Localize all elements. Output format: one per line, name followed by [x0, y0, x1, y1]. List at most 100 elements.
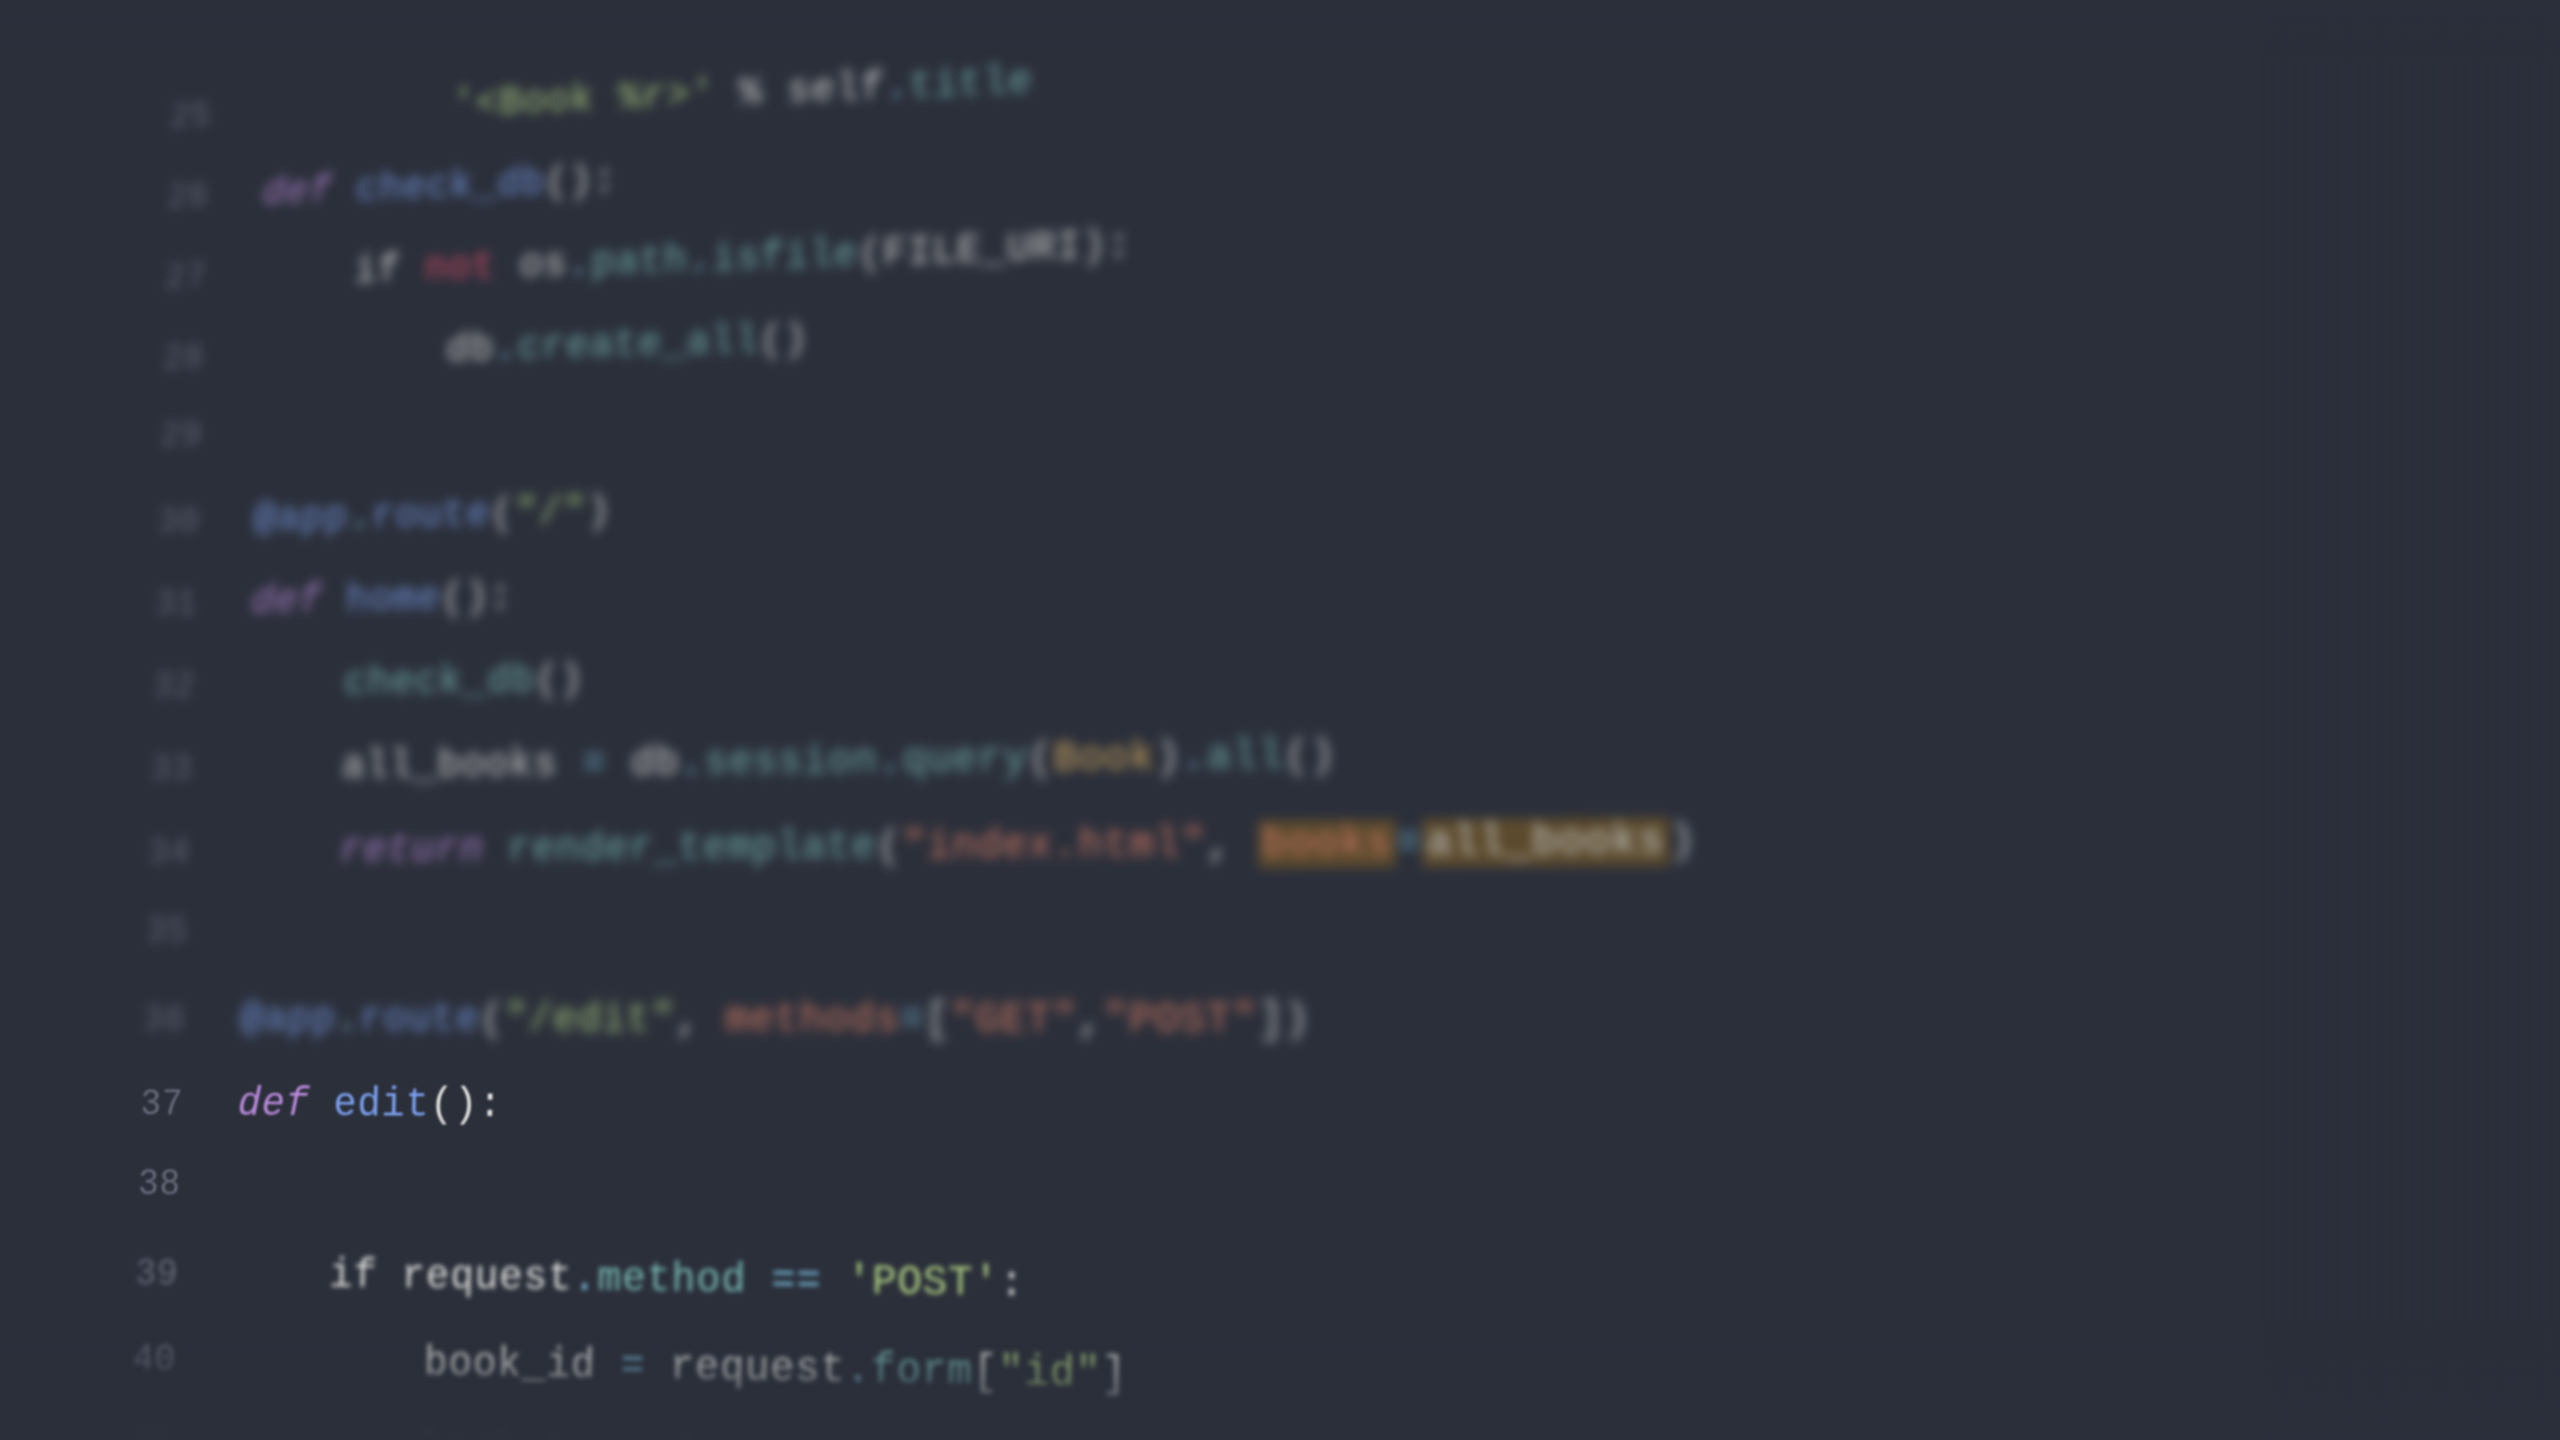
code-token: db — [630, 740, 680, 787]
code-token: ( — [876, 823, 902, 870]
code-token: , — [1077, 996, 1103, 1044]
code-token: [ — [925, 996, 951, 1044]
code-token: (FILE_URI): — [858, 222, 1132, 277]
code-token: home — [345, 576, 441, 623]
code-token — [246, 744, 342, 791]
line-content: @app.route("/edit", methods=["GET","POST… — [239, 987, 2560, 1056]
code-token — [260, 249, 355, 296]
code-token — [233, 1251, 330, 1299]
code-token: . — [877, 737, 902, 784]
code-token — [483, 826, 508, 872]
code-token — [249, 661, 345, 708]
code-token: books — [1258, 819, 1396, 868]
code-token: title — [909, 59, 1033, 109]
code-token: . — [679, 740, 704, 787]
code-token: % — [738, 70, 763, 116]
line-number: 37 — [101, 1078, 184, 1135]
code-token: form — [871, 1346, 973, 1396]
code-line: 35 — [70, 894, 2560, 989]
code-token: () — [1284, 732, 1336, 780]
code-token — [322, 578, 347, 624]
code-token: , — [1206, 820, 1258, 868]
line-number: 36 — [104, 994, 187, 1050]
code-token: ) — [1155, 734, 1181, 782]
line-number: 31 — [116, 578, 198, 635]
code-token: book_to_update — [228, 1423, 769, 1440]
code-token: db — [258, 326, 495, 378]
line-number: 33 — [111, 743, 193, 799]
line-number: 34 — [109, 826, 192, 882]
code-token: , — [675, 996, 725, 1043]
code-token: def — [237, 1081, 310, 1128]
code-token: == — [746, 1257, 847, 1306]
code-token: all — [1207, 733, 1284, 781]
code-token: . — [845, 1346, 871, 1395]
code-token: = — [595, 1342, 670, 1391]
line-number: 25 — [131, 90, 212, 147]
line-number: 40 — [93, 1332, 177, 1391]
line-number: 38 — [98, 1157, 181, 1214]
code-token: route — [371, 492, 491, 540]
code-token: Book — [844, 1435, 946, 1440]
code-token: request — [377, 1253, 573, 1303]
code-token: (): — [429, 1082, 503, 1129]
code-token: "POST" — [1103, 996, 1258, 1044]
code-token: . — [1181, 734, 1207, 782]
code-token: ( — [480, 996, 505, 1043]
code-token: if — [329, 1252, 378, 1300]
line-number: 26 — [129, 171, 210, 228]
code-token: (): — [440, 574, 513, 621]
code-token: . — [687, 237, 712, 283]
code-token: . — [946, 1437, 972, 1440]
code-token — [264, 83, 452, 135]
line-content: def edit(): — [237, 1073, 2560, 1150]
code-token: "id" — [998, 1348, 1101, 1398]
code-token: ]) — [1258, 996, 1310, 1044]
code-token: . — [884, 64, 909, 110]
code-token: [ — [973, 1348, 999, 1397]
code-token: "/" — [514, 489, 587, 536]
code-token: def — [251, 578, 323, 624]
code-token: all_books — [341, 742, 558, 790]
code-token: ) — [586, 489, 611, 535]
code-token: def — [262, 169, 333, 216]
code-editor: 25 '<Book %r>' % self.title26def check_d… — [0, 0, 2560, 1440]
code-token: . — [567, 241, 592, 287]
code-token: ) — [1669, 817, 1696, 866]
code-token — [400, 247, 425, 292]
code-token: . — [572, 1255, 597, 1303]
code-token: = — [769, 1433, 845, 1440]
code-token: "GET" — [950, 996, 1077, 1044]
line-number: 27 — [126, 252, 207, 309]
line-number: 29 — [121, 409, 203, 466]
code-token: . — [347, 494, 372, 540]
code-token: () — [759, 317, 809, 364]
code-token: () — [535, 657, 584, 704]
code-token: (): — [545, 158, 618, 205]
code-token: not — [424, 244, 496, 291]
code-token: if — [353, 248, 401, 294]
code-token: request — [670, 1343, 846, 1394]
code-token — [714, 71, 739, 117]
code-token: self — [762, 65, 884, 115]
code-token: os — [495, 242, 567, 289]
code-token: methods — [725, 996, 900, 1043]
code-token: render_template — [507, 824, 877, 873]
code-token: = — [900, 996, 926, 1043]
line-content — [242, 934, 2560, 941]
code-block: 25 '<Book %r>' % self.title26def check_d… — [45, 0, 2560, 1440]
code-token: query — [902, 736, 1028, 784]
code-token: create_all — [517, 318, 759, 370]
code-token: @app — [253, 495, 348, 542]
code-token: book_id — [230, 1337, 596, 1390]
code-token: path — [591, 238, 688, 286]
code-token: ( — [490, 491, 515, 537]
code-token: @app — [240, 996, 336, 1042]
code-token: route — [359, 996, 481, 1043]
code-token — [332, 168, 357, 213]
code-token: method — [597, 1255, 747, 1304]
line-number: 32 — [114, 660, 196, 716]
code-token: Book — [1053, 734, 1155, 782]
code-token: "index.html" — [901, 821, 1206, 870]
line-number: 35 — [106, 905, 189, 961]
